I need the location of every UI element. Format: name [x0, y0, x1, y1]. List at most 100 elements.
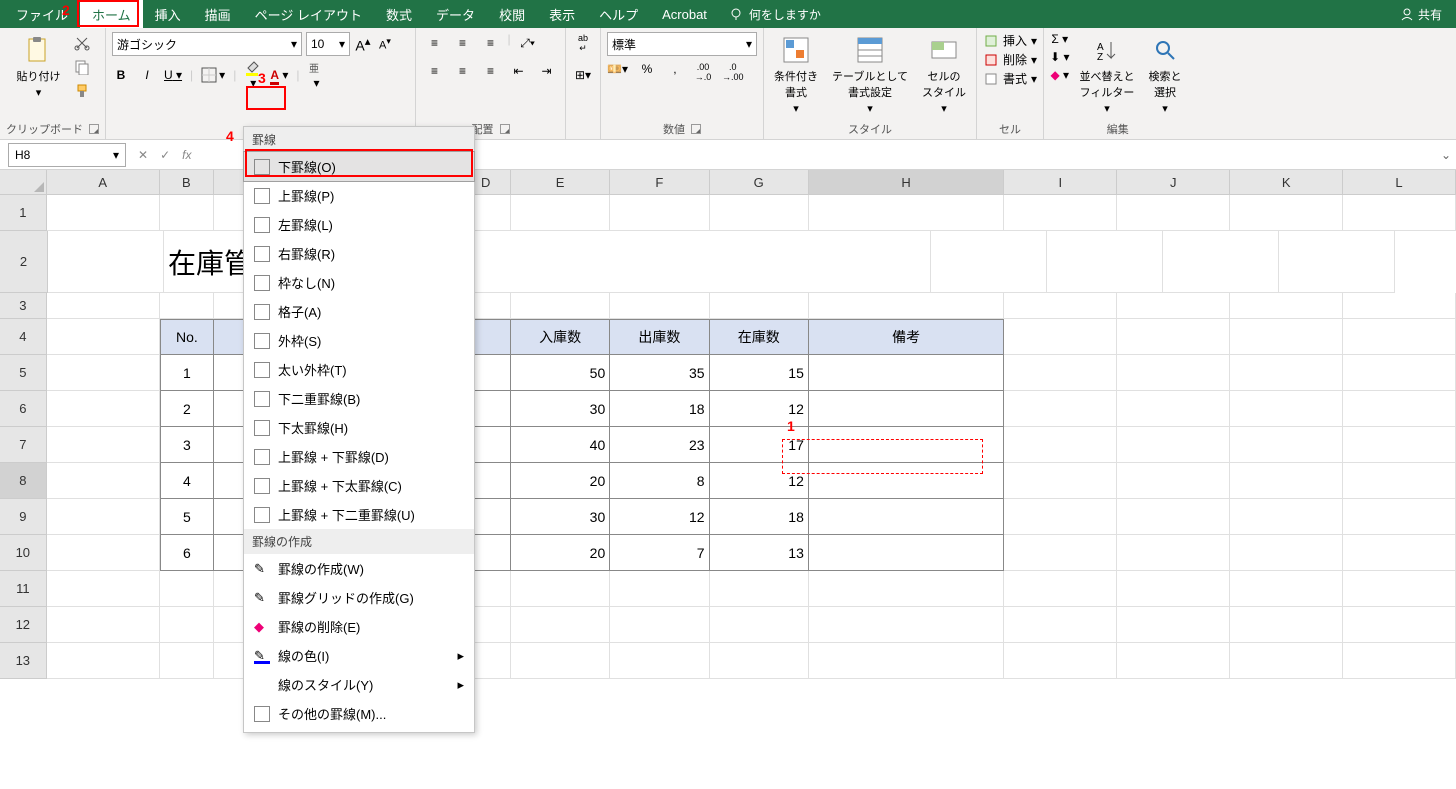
decrease-decimal-button[interactable]: .0→.00 [722, 62, 744, 82]
format-cells-button[interactable]: 書式 ▾ [983, 70, 1037, 87]
wrap-text-button[interactable]: ab↵ [572, 32, 594, 54]
draw-grid-item[interactable]: ✎罫線グリッドの作成(G) [244, 583, 474, 612]
increase-indent-button[interactable]: ⇥ [536, 60, 558, 82]
col-header-E[interactable]: E [511, 170, 610, 194]
table-cell[interactable]: 15 [710, 355, 809, 391]
table-header[interactable]: 備考 [809, 319, 1004, 355]
table-cell[interactable]: 30 [511, 391, 610, 427]
row-header[interactable]: 1 [0, 195, 47, 231]
col-header-H[interactable]: H [809, 170, 1005, 194]
table-cell[interactable]: 6 [160, 535, 215, 571]
row-header[interactable]: 9 [0, 499, 47, 535]
currency-button[interactable]: 💴▾ [607, 62, 628, 82]
border-top-thickbottom-item[interactable]: 上罫線 + 下太罫線(C) [244, 471, 474, 500]
clipboard-launcher[interactable] [89, 124, 99, 134]
tab-pagelayout[interactable]: ページ レイアウト [243, 0, 374, 29]
border-top-item[interactable]: 上罫線(P) [244, 181, 474, 210]
align-bottom-button[interactable]: ≡ [480, 32, 502, 54]
table-cell[interactable]: 3 [160, 427, 215, 463]
table-header[interactable]: No. [160, 319, 215, 355]
find-select-button[interactable]: 検索と 選択▾ [1144, 32, 1185, 117]
border-bottom-item[interactable]: 下罫線(O) [244, 152, 474, 181]
enter-formula-button[interactable]: ✓ [160, 148, 170, 162]
table-cell[interactable]: 8 [610, 463, 709, 499]
col-header-J[interactable]: J [1117, 170, 1230, 194]
table-cell[interactable]: 20 [511, 463, 610, 499]
comma-button[interactable]: , [666, 62, 684, 82]
table-cell[interactable]: 23 [610, 427, 709, 463]
align-right-button[interactable]: ≡ [480, 60, 502, 82]
table-cell[interactable] [809, 535, 1004, 571]
border-outside-item[interactable]: 外枠(S) [244, 326, 474, 355]
table-cell[interactable] [809, 499, 1004, 535]
row-header[interactable]: 2 [0, 231, 48, 293]
sort-filter-button[interactable]: AZ 並べ替えと フィルター▾ [1075, 32, 1138, 117]
orientation-button[interactable]: ⤢▾ [517, 32, 539, 54]
copy-button[interactable] [71, 56, 93, 78]
align-center-button[interactable]: ≡ [452, 60, 474, 82]
line-color-item[interactable]: ✎線の色(I)▸ [244, 641, 474, 670]
line-style-item[interactable]: 線のスタイル(Y)▸ [244, 670, 474, 699]
col-header-K[interactable]: K [1230, 170, 1343, 194]
italic-button[interactable]: I [138, 68, 156, 82]
table-header[interactable]: 出庫数 [610, 319, 709, 355]
row-header[interactable]: 7 [0, 427, 47, 463]
border-thick-bottom-item[interactable]: 下太罫線(H) [244, 413, 474, 442]
align-top-button[interactable]: ≡ [424, 32, 446, 54]
table-cell[interactable]: 40 [511, 427, 610, 463]
tab-help[interactable]: ヘルプ [587, 0, 650, 29]
decrease-font-button[interactable]: A▾ [376, 36, 394, 52]
row-header[interactable]: 11 [0, 571, 47, 607]
table-cell[interactable]: 7 [610, 535, 709, 571]
merge-button[interactable]: ⊞▾ [572, 64, 594, 86]
tell-me[interactable]: 何をしますか [719, 2, 831, 27]
tab-acrobat[interactable]: Acrobat [650, 2, 719, 27]
border-double-bottom-item[interactable]: 下二重罫線(B) [244, 384, 474, 413]
row-header[interactable]: 10 [0, 535, 47, 571]
col-header-G[interactable]: G [710, 170, 809, 194]
format-painter-button[interactable] [71, 80, 93, 102]
number-format-combo[interactable]: 標準▾ [607, 32, 757, 56]
table-header[interactable]: 在庫数 [710, 319, 809, 355]
table-cell[interactable] [809, 463, 1004, 499]
row-header[interactable]: 4 [0, 319, 47, 355]
draw-border-item[interactable]: ✎罫線の作成(W) [244, 554, 474, 583]
table-cell[interactable]: 30 [511, 499, 610, 535]
table-cell[interactable]: 20 [511, 535, 610, 571]
number-launcher[interactable] [691, 124, 701, 134]
alignment-launcher[interactable] [500, 124, 510, 134]
table-cell[interactable]: 18 [710, 499, 809, 535]
row-header[interactable]: 12 [0, 607, 47, 643]
increase-font-button[interactable]: A▴ [354, 34, 372, 54]
border-left-item[interactable]: 左罫線(L) [244, 210, 474, 239]
border-all-item[interactable]: 格子(A) [244, 297, 474, 326]
phonetic-button[interactable]: 亜 ▾ [307, 60, 325, 90]
fx-button[interactable]: fx [182, 148, 191, 162]
tab-formulas[interactable]: 数式 [374, 0, 424, 29]
border-top-bottom-item[interactable]: 上罫線 + 下罫線(D) [244, 442, 474, 471]
cancel-formula-button[interactable]: ✕ [138, 148, 148, 162]
border-thick-item[interactable]: 太い外枠(T) [244, 355, 474, 384]
tab-review[interactable]: 校閲 [487, 0, 537, 29]
table-cell[interactable] [809, 355, 1004, 391]
borders-button[interactable]: ▾ [201, 67, 225, 83]
table-header[interactable]: 入庫数 [511, 319, 610, 355]
table-cell[interactable]: 13 [710, 535, 809, 571]
table-cell[interactable]: 1 [160, 355, 215, 391]
table-cell[interactable]: 2 [160, 391, 215, 427]
table-cell[interactable]: 50 [511, 355, 610, 391]
insert-cells-button[interactable]: 挿入 ▾ [983, 32, 1037, 49]
cell-styles-button[interactable]: セルの スタイル▾ [918, 32, 970, 117]
col-header-A[interactable]: A [47, 170, 160, 194]
tab-view[interactable]: 表示 [537, 0, 587, 29]
percent-button[interactable]: % [638, 62, 656, 82]
font-size-combo[interactable]: 10▾ [306, 32, 350, 56]
font-name-combo[interactable]: 游ゴシック▾ [112, 32, 302, 56]
table-cell[interactable]: 5 [160, 499, 215, 535]
row-header[interactable]: 5 [0, 355, 47, 391]
conditional-format-button[interactable]: 条件付き 書式▾ [770, 32, 822, 117]
paste-button[interactable]: 貼り付け ▾ [13, 32, 65, 101]
align-middle-button[interactable]: ≡ [452, 32, 474, 54]
tab-draw[interactable]: 描画 [193, 0, 243, 29]
col-header-L[interactable]: L [1343, 170, 1456, 194]
